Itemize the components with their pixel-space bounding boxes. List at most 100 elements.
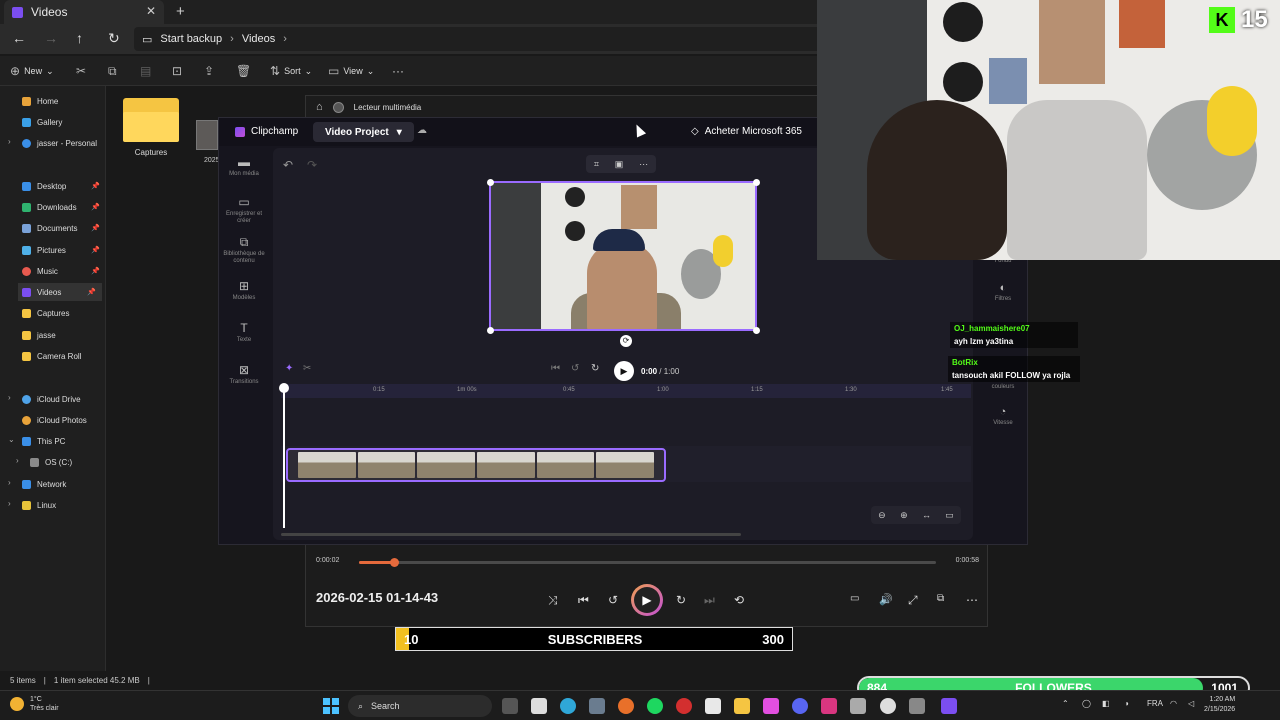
volume-icon[interactable]: 🔊 bbox=[879, 593, 893, 606]
discord-icon[interactable] bbox=[792, 698, 808, 714]
home-icon[interactable]: ⌂ bbox=[316, 101, 323, 113]
forward-icon[interactable]: ↻ bbox=[676, 593, 686, 607]
spotify-icon[interactable] bbox=[647, 698, 663, 714]
crop-icon[interactable]: ⌗ bbox=[594, 159, 599, 170]
copy-icon[interactable]: ⧉ bbox=[108, 64, 117, 79]
breadcrumb-videos[interactable]: Videos bbox=[242, 33, 275, 45]
rewind-5-icon[interactable]: ↺ bbox=[571, 363, 579, 374]
breadcrumb-start-backup[interactable]: Start backup bbox=[160, 33, 222, 45]
sidebar-item-this-pc[interactable]: This PC bbox=[22, 432, 106, 450]
clipchamp-icon[interactable] bbox=[941, 698, 957, 714]
app-icon[interactable] bbox=[850, 698, 866, 714]
expand-chevron-icon[interactable]: › bbox=[8, 499, 11, 508]
zoom-out-icon[interactable]: ⊖ bbox=[878, 510, 886, 521]
fit-timeline-icon[interactable]: ↔ bbox=[922, 510, 931, 520]
video-thumbnail[interactable] bbox=[196, 120, 218, 150]
seek-bar[interactable]: 0:00:02 0:00:58 bbox=[306, 552, 989, 572]
address-bar[interactable]: ▭ Start backup › Videos › bbox=[134, 27, 824, 51]
app-icon[interactable] bbox=[589, 698, 605, 714]
share-icon[interactable]: ⇪ bbox=[204, 64, 214, 78]
sidebar-item-onedrive[interactable]: jasser - Personal bbox=[22, 134, 106, 152]
new-button[interactable]: ⊕ New ⌄ bbox=[10, 64, 54, 78]
expand-chevron-icon[interactable]: › bbox=[16, 456, 19, 465]
playhead[interactable] bbox=[279, 383, 289, 528]
project-name-button[interactable]: Video Project ▾ bbox=[313, 122, 414, 142]
tray-icon[interactable]: ◑ bbox=[1124, 699, 1129, 708]
timeline-ruler[interactable]: 0:15 1m 00s 0:45 1:00 1:15 1:30 1:45 bbox=[281, 384, 971, 398]
tab-videos[interactable]: Videos ✕ bbox=[4, 0, 164, 24]
cloud-off-icon[interactable]: ☁ bbox=[417, 125, 427, 136]
subtitles-icon[interactable]: ▭ bbox=[850, 593, 859, 604]
instagram-icon[interactable] bbox=[821, 698, 837, 714]
sidebar-item-templates[interactable]: ⊞ Modèles bbox=[221, 280, 267, 302]
file-explorer-icon[interactable] bbox=[734, 698, 750, 714]
view-button[interactable]: ▭ View ⌄ bbox=[328, 64, 374, 78]
weather-widget[interactable]: 1°C Très clair bbox=[10, 695, 59, 713]
forward-5-icon[interactable]: ↻ bbox=[591, 363, 599, 374]
sidebar-item-library[interactable]: ⧉ Bibliothèque de contenu bbox=[221, 236, 267, 265]
panel-item-speed[interactable]: ◔ Vitesse bbox=[977, 406, 1029, 426]
tray-icon[interactable]: ◧ bbox=[1102, 699, 1110, 708]
miniplayer-icon[interactable]: ⧉ bbox=[937, 593, 944, 604]
sidebar-item-icloud-photos[interactable]: iCloud Photos bbox=[22, 411, 106, 429]
sidebar-item-jasse[interactable]: jasse bbox=[22, 326, 106, 344]
sidebar-item-camera-roll[interactable]: Camera Roll bbox=[22, 347, 106, 365]
panel-item-colors[interactable]: couleurs bbox=[977, 384, 1029, 390]
resize-handle[interactable] bbox=[487, 179, 494, 186]
app-icon[interactable] bbox=[909, 698, 925, 714]
paste-icon[interactable]: ▤ bbox=[140, 64, 151, 78]
wifi-icon[interactable]: ◠ bbox=[1170, 699, 1177, 708]
next-icon[interactable]: ⏭ bbox=[704, 593, 715, 608]
sidebar-item-music[interactable]: Music 📌 bbox=[22, 262, 106, 280]
timeline-scrollbar[interactable] bbox=[281, 533, 741, 536]
sidebar-item-transitions[interactable]: ⊠ Transitions bbox=[221, 364, 267, 386]
sidebar-item-home[interactable]: Home bbox=[22, 92, 106, 110]
start-button[interactable] bbox=[323, 698, 339, 714]
firefox-icon[interactable] bbox=[618, 698, 634, 714]
expand-chevron-icon[interactable]: › bbox=[8, 393, 11, 402]
taskbar-search[interactable]: ⌕ Search bbox=[348, 695, 492, 717]
sidebar-item-network[interactable]: Network bbox=[22, 475, 106, 493]
rotate-icon[interactable]: ⟳ bbox=[620, 335, 632, 347]
sidebar-item-documents[interactable]: Documents 📌 bbox=[22, 219, 106, 237]
sidebar-item-videos[interactable]: Videos 📌 bbox=[18, 283, 102, 301]
up-arrow-icon[interactable]: ↑ bbox=[76, 30, 83, 46]
notepad-icon[interactable] bbox=[531, 698, 547, 714]
task-view-icon[interactable] bbox=[502, 698, 518, 714]
app-icon[interactable] bbox=[763, 698, 779, 714]
tray-icon[interactable]: ◯ bbox=[1082, 699, 1091, 708]
expand-timeline-icon[interactable]: ▭ bbox=[945, 510, 954, 521]
more-icon[interactable]: ⋯ bbox=[966, 593, 978, 607]
skip-start-icon[interactable]: ⏮ bbox=[551, 363, 560, 374]
expand-chevron-icon[interactable]: › bbox=[8, 478, 11, 487]
magic-icon[interactable]: ✦ bbox=[285, 363, 293, 374]
zoom-in-icon[interactable]: ⊕ bbox=[900, 510, 908, 521]
tray-overflow-icon[interactable]: ⌃ bbox=[1062, 699, 1069, 708]
opera-icon[interactable] bbox=[676, 698, 692, 714]
video-preview[interactable] bbox=[489, 181, 757, 331]
collapse-chevron-icon[interactable]: ⌄ bbox=[8, 435, 15, 444]
sidebar-item-downloads[interactable]: Downloads 📌 bbox=[22, 198, 106, 216]
sidebar-item-icloud-drive[interactable]: iCloud Drive bbox=[22, 390, 106, 408]
delete-icon[interactable]: 🗑 bbox=[236, 64, 251, 78]
close-tab-icon[interactable]: ✕ bbox=[146, 4, 156, 18]
refresh-icon[interactable]: ↻ bbox=[108, 30, 120, 47]
panel-item-filters[interactable]: ◐ Filtres bbox=[977, 282, 1029, 302]
fit-icon[interactable]: ▣ bbox=[615, 159, 624, 170]
timeline-play-button[interactable]: ▶ bbox=[614, 361, 634, 381]
sidebar-item-captures[interactable]: Captures bbox=[22, 304, 106, 322]
fullscreen-icon[interactable]: ⤢ bbox=[908, 593, 918, 608]
play-button[interactable]: ▶ bbox=[631, 584, 663, 616]
seek-thumb[interactable] bbox=[389, 558, 399, 567]
resize-handle[interactable] bbox=[753, 179, 760, 186]
sidebar-item-desktop[interactable]: Desktop 📌 bbox=[22, 177, 106, 195]
obs-icon[interactable] bbox=[880, 698, 896, 714]
sidebar-item-text[interactable]: T Texte bbox=[221, 322, 267, 344]
cut-icon[interactable]: ✂ bbox=[76, 64, 86, 78]
store-icon[interactable] bbox=[705, 698, 721, 714]
repeat-icon[interactable]: ⟲ bbox=[734, 593, 744, 607]
sidebar-item-record[interactable]: ▭ Enregistrer et créer bbox=[221, 196, 267, 225]
seek-track[interactable] bbox=[359, 558, 936, 567]
buy-microsoft-365-button[interactable]: ◇ Acheter Microsoft 365 bbox=[691, 126, 802, 137]
sort-button[interactable]: ⇅ Sort ⌄ bbox=[270, 64, 312, 78]
